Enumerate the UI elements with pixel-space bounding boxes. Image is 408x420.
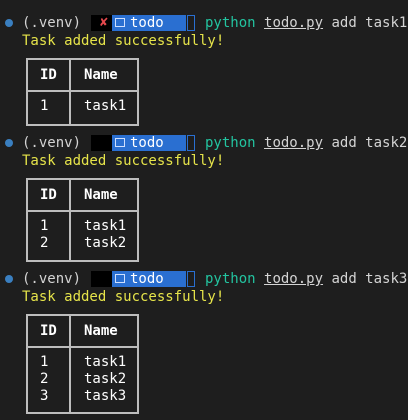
venv-label: (.venv) — [22, 135, 82, 151]
success-message: Task added successfully! — [22, 153, 225, 169]
prompt-line: (.venv) todo python todo.py add task2 — [0, 134, 408, 152]
success-message: Task added successfully! — [22, 33, 225, 49]
prompt-line: (.venv) todo python todo.py add task3 — [0, 270, 408, 288]
table-cell-name: task1 — [84, 218, 127, 234]
command-keyword: python — [205, 271, 256, 287]
command-file-link[interactable]: todo.py — [264, 15, 323, 31]
segment-end-icon — [187, 135, 195, 151]
table-cell-id: 2 — [40, 371, 49, 387]
command-text[interactable]: python todo.py add task1 — [205, 14, 407, 32]
directory-label: todo — [130, 271, 164, 287]
folder-icon — [115, 138, 125, 147]
table-cell-id: 2 — [40, 235, 49, 251]
task-table: ID Name 1 task1 2 task2 — [26, 178, 139, 262]
table-header-id: ID — [40, 323, 57, 339]
table-cell-id: 1 — [40, 354, 49, 370]
table-cell-name: task1 — [84, 98, 127, 114]
venv-label: (.venv) — [22, 271, 82, 287]
terminal-window[interactable]: (.venv) ✘ todo python todo.py add task1 Task… — [0, 0, 408, 420]
table-column-divider — [69, 60, 71, 124]
table-column-divider — [69, 316, 71, 412]
command-text[interactable]: python todo.py add task3 — [205, 270, 407, 288]
table-cell-name: task2 — [84, 371, 127, 387]
success-message: Task added successfully! — [22, 289, 225, 305]
venv-label: (.venv) — [22, 15, 82, 31]
segment-end-icon — [187, 15, 195, 31]
command-file-link[interactable]: todo.py — [264, 271, 323, 287]
command-keyword: python — [205, 15, 256, 31]
prompt-status-segment — [91, 135, 112, 151]
table-cell-name: task3 — [84, 388, 127, 404]
directory-label: todo — [130, 135, 164, 151]
prompt-status-dot — [5, 19, 13, 27]
folder-icon — [115, 18, 125, 27]
command-args: add task3 — [331, 271, 408, 287]
command-file-link[interactable]: todo.py — [264, 135, 323, 151]
prompt-status-dot — [5, 275, 13, 283]
table-header-name: Name — [84, 67, 118, 83]
table-cell-id: 3 — [40, 388, 49, 404]
prompt-status-dot — [5, 139, 13, 147]
prompt-line: (.venv) ✘ todo python todo.py add task1 — [0, 14, 408, 32]
table-header-divider — [28, 90, 137, 92]
command-args: add task2 — [331, 135, 408, 151]
table-header-id: ID — [40, 187, 57, 203]
table-cell-name: task2 — [84, 235, 127, 251]
directory-label: todo — [130, 15, 164, 31]
table-header-divider — [28, 210, 137, 212]
prompt-status-segment — [91, 271, 112, 287]
table-column-divider — [69, 180, 71, 260]
segment-end-icon — [187, 271, 195, 287]
table-header-divider — [28, 346, 137, 348]
command-text[interactable]: python todo.py add task2 — [205, 134, 407, 152]
table-header-id: ID — [40, 67, 57, 83]
table-cell-name: task1 — [84, 354, 127, 370]
table-header-name: Name — [84, 187, 118, 203]
table-cell-id: 1 — [40, 98, 49, 114]
table-header-name: Name — [84, 323, 118, 339]
task-table: ID Name 1 task1 2 task2 3 task3 — [26, 314, 139, 414]
folder-icon — [115, 274, 125, 283]
command-args: add task1 — [331, 15, 408, 31]
cross-mark-icon: ✘ — [100, 15, 108, 30]
command-keyword: python — [205, 135, 256, 151]
task-table: ID Name 1 task1 — [26, 58, 139, 126]
table-cell-id: 1 — [40, 218, 49, 234]
